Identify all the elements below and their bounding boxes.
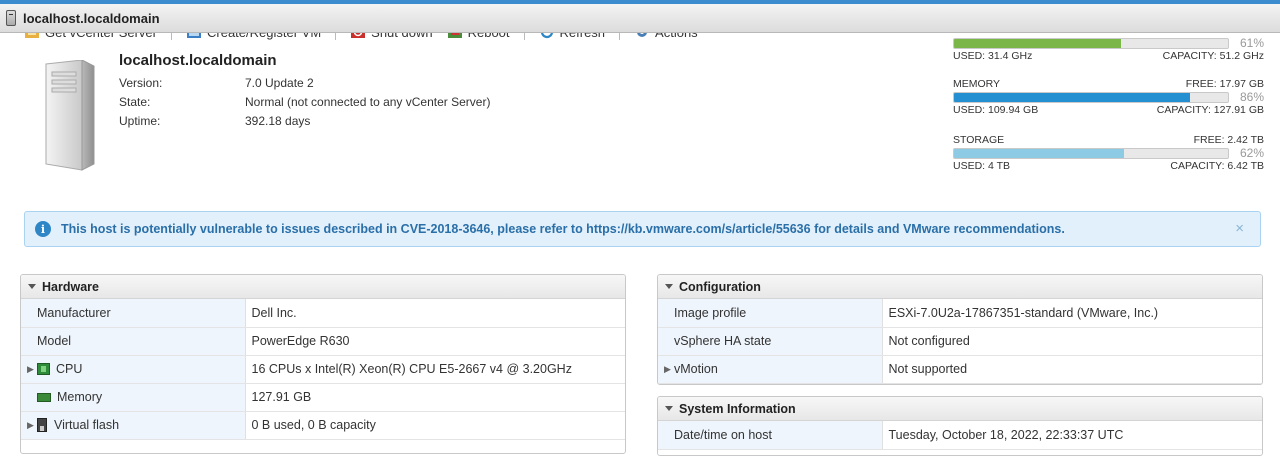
collapse-caret-icon xyxy=(28,284,36,289)
cpu-capacity: CAPACITY: 51.2 GHz xyxy=(1162,50,1264,62)
hardware-table: Manufacturer Dell Inc. Model PowerEdge R… xyxy=(21,299,625,440)
host-summary: localhost.localdomain Version: 7.0 Update… xyxy=(119,52,490,130)
vsphere-ha-label: vSphere HA state xyxy=(674,334,772,348)
memory-used: USED: 109.94 GB xyxy=(953,104,1039,116)
table-row: Memory 127.91 GB xyxy=(21,383,625,412)
memory-module-icon xyxy=(37,392,51,402)
storage-label: STORAGE xyxy=(953,134,1005,146)
datetime-label: Date/time on host xyxy=(674,427,772,442)
storage-usage-bar xyxy=(953,147,1229,159)
table-row[interactable]: ▶ CPU 16 CPUs x Intel(R) Xeon(R) CPU E5-2… xyxy=(21,355,625,384)
flash-drive-icon xyxy=(37,418,47,432)
table-row: Manufacturer Dell Inc. xyxy=(21,299,625,328)
host-details: Version: 7.0 Update 2 State: Normal (not c… xyxy=(119,73,490,130)
image-profile-label: Image profile xyxy=(674,305,747,320)
hardware-header[interactable]: Hardware xyxy=(21,275,625,299)
cpu-used: USED: 31.4 GHz xyxy=(953,50,1033,62)
host-icon xyxy=(6,10,16,26)
table-row: Image profile ESXi-7.0U2a-17867351-stand… xyxy=(658,299,1262,328)
configuration-panel: Configuration Image profile ESXi-7.0U2a-… xyxy=(657,274,1263,385)
memory-resource: MEMORY FREE: 17.97 GB 86% USED: 109.94 G… xyxy=(953,78,1264,116)
model-value: PowerEdge R630 xyxy=(245,327,625,356)
virtual-flash-value: 0 B used, 0 B capacity xyxy=(245,411,625,440)
alert-message: This host is potentially vulnerable to i… xyxy=(61,222,1065,236)
close-icon[interactable]: × xyxy=(1235,220,1244,237)
configuration-title: Configuration xyxy=(679,279,761,294)
cpu-resource: 61% USED: 31.4 GHz CAPACITY: 51.2 GHz xyxy=(953,36,1264,62)
vsphere-ha-value: Not configured xyxy=(882,327,1262,356)
vulnerability-alert: i This host is potentially vulnerable to… xyxy=(24,211,1261,247)
virtual-flash-label: Virtual flash xyxy=(54,418,120,432)
cpu-label: CPU xyxy=(56,362,83,376)
configuration-table: Image profile ESXi-7.0U2a-17867351-stand… xyxy=(658,299,1262,384)
memory-usage-bar xyxy=(953,91,1229,103)
memory-percent: 86% xyxy=(1239,90,1264,104)
state-value: Normal (not connected to any vCenter Ser… xyxy=(245,94,491,109)
storage-usage-fill xyxy=(954,148,1124,158)
system-information-table: Date/time on host Tuesday, October 18, 2… xyxy=(658,421,1262,450)
storage-used: USED: 4 TB xyxy=(953,160,1010,172)
expand-arrow-icon[interactable]: ▶ xyxy=(27,420,37,431)
hardware-title: Hardware xyxy=(42,279,99,294)
window-titlebar: localhost.localdomain xyxy=(0,0,1280,33)
expand-arrow-icon[interactable]: ▶ xyxy=(664,364,674,375)
system-information-title: System Information xyxy=(679,401,796,416)
state-label: State: xyxy=(119,94,151,109)
collapse-caret-icon xyxy=(665,406,673,411)
configuration-header[interactable]: Configuration xyxy=(658,275,1262,299)
cpu-usage-fill xyxy=(954,38,1122,48)
expand-arrow-icon[interactable]: ▶ xyxy=(27,364,37,375)
cpu-value: 16 CPUs x Intel(R) Xeon(R) CPU E5-2667 v… xyxy=(245,355,625,384)
table-row: Model PowerEdge R630 xyxy=(21,327,625,356)
memory-capacity: CAPACITY: 127.91 GB xyxy=(1156,104,1264,116)
window-title: localhost.localdomain xyxy=(23,10,160,26)
memory-free: FREE: 17.97 GB xyxy=(1185,78,1264,90)
info-icon: i xyxy=(35,221,51,237)
hardware-panel: Hardware Manufacturer Dell Inc. Model Po… xyxy=(20,274,626,454)
storage-free: FREE: 2.42 TB xyxy=(1193,134,1264,146)
image-profile-value: ESXi-7.0U2a-17867351-standard (VMware, I… xyxy=(882,299,1262,328)
model-label: Model xyxy=(37,334,72,348)
host-name: localhost.localdomain xyxy=(119,52,277,69)
cpu-percent: 61% xyxy=(1239,36,1264,50)
table-row: Date/time on host Tuesday, October 18, 2… xyxy=(658,421,1262,450)
table-row[interactable]: ▶ Virtual flash 0 B used, 0 B capacity xyxy=(21,411,625,440)
memory-label: MEMORY xyxy=(953,78,1001,90)
vmotion-value: Not supported xyxy=(882,355,1262,384)
table-row: vSphere HA state Not configured xyxy=(658,327,1262,356)
table-row[interactable]: ▶ vMotion Not supported xyxy=(658,355,1262,384)
datetime-value: Tuesday, October 18, 2022, 22:33:37 UTC xyxy=(882,421,1262,450)
memory-usage-fill xyxy=(954,92,1190,102)
cpu-usage-bar xyxy=(953,37,1229,49)
storage-resource: STORAGE FREE: 2.42 TB 62% USED: 4 TB CAP… xyxy=(953,134,1264,172)
system-information-panel: System Information Date/time on host Tue… xyxy=(657,396,1263,456)
storage-capacity: CAPACITY: 6.42 TB xyxy=(1170,160,1264,172)
memory-row-label: Memory xyxy=(57,390,103,404)
system-information-header[interactable]: System Information xyxy=(658,397,1262,421)
manufacturer-value: Dell Inc. xyxy=(245,299,625,328)
server-tower-image xyxy=(45,60,95,171)
memory-value: 127.91 GB xyxy=(245,383,625,412)
vmotion-label: vMotion xyxy=(674,362,718,376)
uptime-value: 392.18 days xyxy=(245,113,311,128)
cpu-chip-icon xyxy=(37,363,50,375)
version-label: Version: xyxy=(119,75,163,90)
storage-percent: 62% xyxy=(1239,146,1264,160)
manufacturer-label: Manufacturer xyxy=(37,305,111,320)
version-value: 7.0 Update 2 xyxy=(245,75,314,90)
collapse-caret-icon xyxy=(665,284,673,289)
uptime-label: Uptime: xyxy=(119,113,161,128)
